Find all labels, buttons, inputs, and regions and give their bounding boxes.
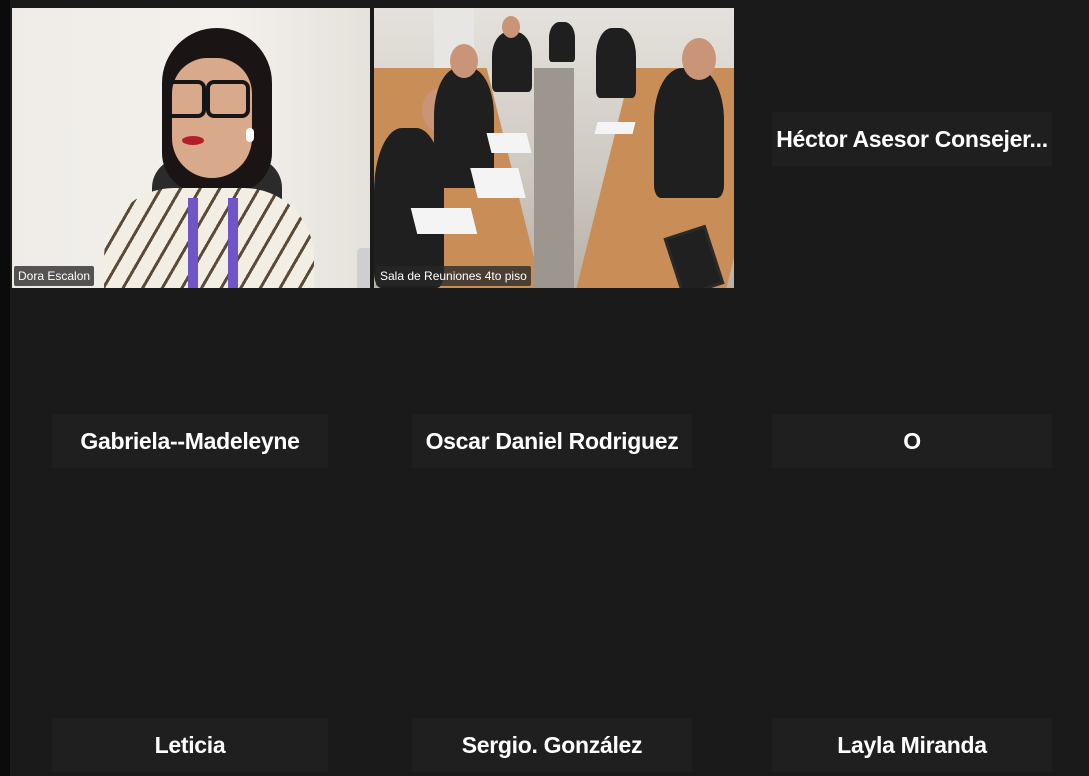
document	[410, 208, 478, 234]
participant-name: Leticia	[154, 731, 226, 758]
participant-tile-o[interactable]: O	[772, 414, 1052, 468]
participant-tile-layla[interactable]: Layla Miranda	[772, 718, 1052, 772]
participant-name: Sergio. González	[461, 731, 643, 758]
room-person	[549, 22, 575, 62]
participant-name: Oscar Daniel Rodriguez	[425, 427, 679, 454]
glasses	[162, 80, 252, 118]
participant-face	[172, 58, 252, 178]
participant-name-label: Sala de Reuniones 4to piso	[376, 266, 531, 286]
earbud	[246, 128, 254, 142]
room-person	[492, 32, 532, 92]
video-tile-dora-escalon[interactable]: Dora Escalon	[12, 8, 370, 288]
room-person	[654, 68, 724, 198]
floor	[534, 68, 574, 288]
participant-name: Gabriela--Madeleyne	[80, 427, 300, 454]
room-person-head	[450, 44, 478, 78]
participant-tile-sergio[interactable]: Sergio. González	[412, 718, 692, 772]
room-person-head	[682, 38, 716, 80]
participant-tile-gabriela[interactable]: Gabriela--Madeleyne	[52, 414, 328, 468]
video-tile-sala-de-reuniones[interactable]: Sala de Reuniones 4to piso	[374, 8, 734, 288]
participant-name: Layla Miranda	[837, 731, 987, 758]
document	[486, 133, 532, 153]
participant-tile-oscar[interactable]: Oscar Daniel Rodriguez	[412, 414, 692, 468]
participant-name-label: Dora Escalon	[14, 266, 95, 286]
room-person	[596, 28, 636, 98]
window-left-edge	[0, 0, 10, 776]
participant-tile-hector[interactable]: Héctor Asesor Consejer...	[772, 112, 1052, 166]
document	[594, 122, 636, 134]
lanyard	[188, 198, 198, 288]
participant-body	[104, 188, 314, 288]
lips	[182, 136, 204, 145]
participant-name: O	[903, 427, 921, 454]
lanyard	[228, 198, 238, 288]
room-person-head	[502, 16, 520, 38]
participant-name: Héctor Asesor Consejer...	[776, 125, 1048, 152]
background-object	[357, 248, 370, 288]
participant-tile-leticia[interactable]: Leticia	[52, 718, 328, 772]
document	[470, 168, 526, 198]
